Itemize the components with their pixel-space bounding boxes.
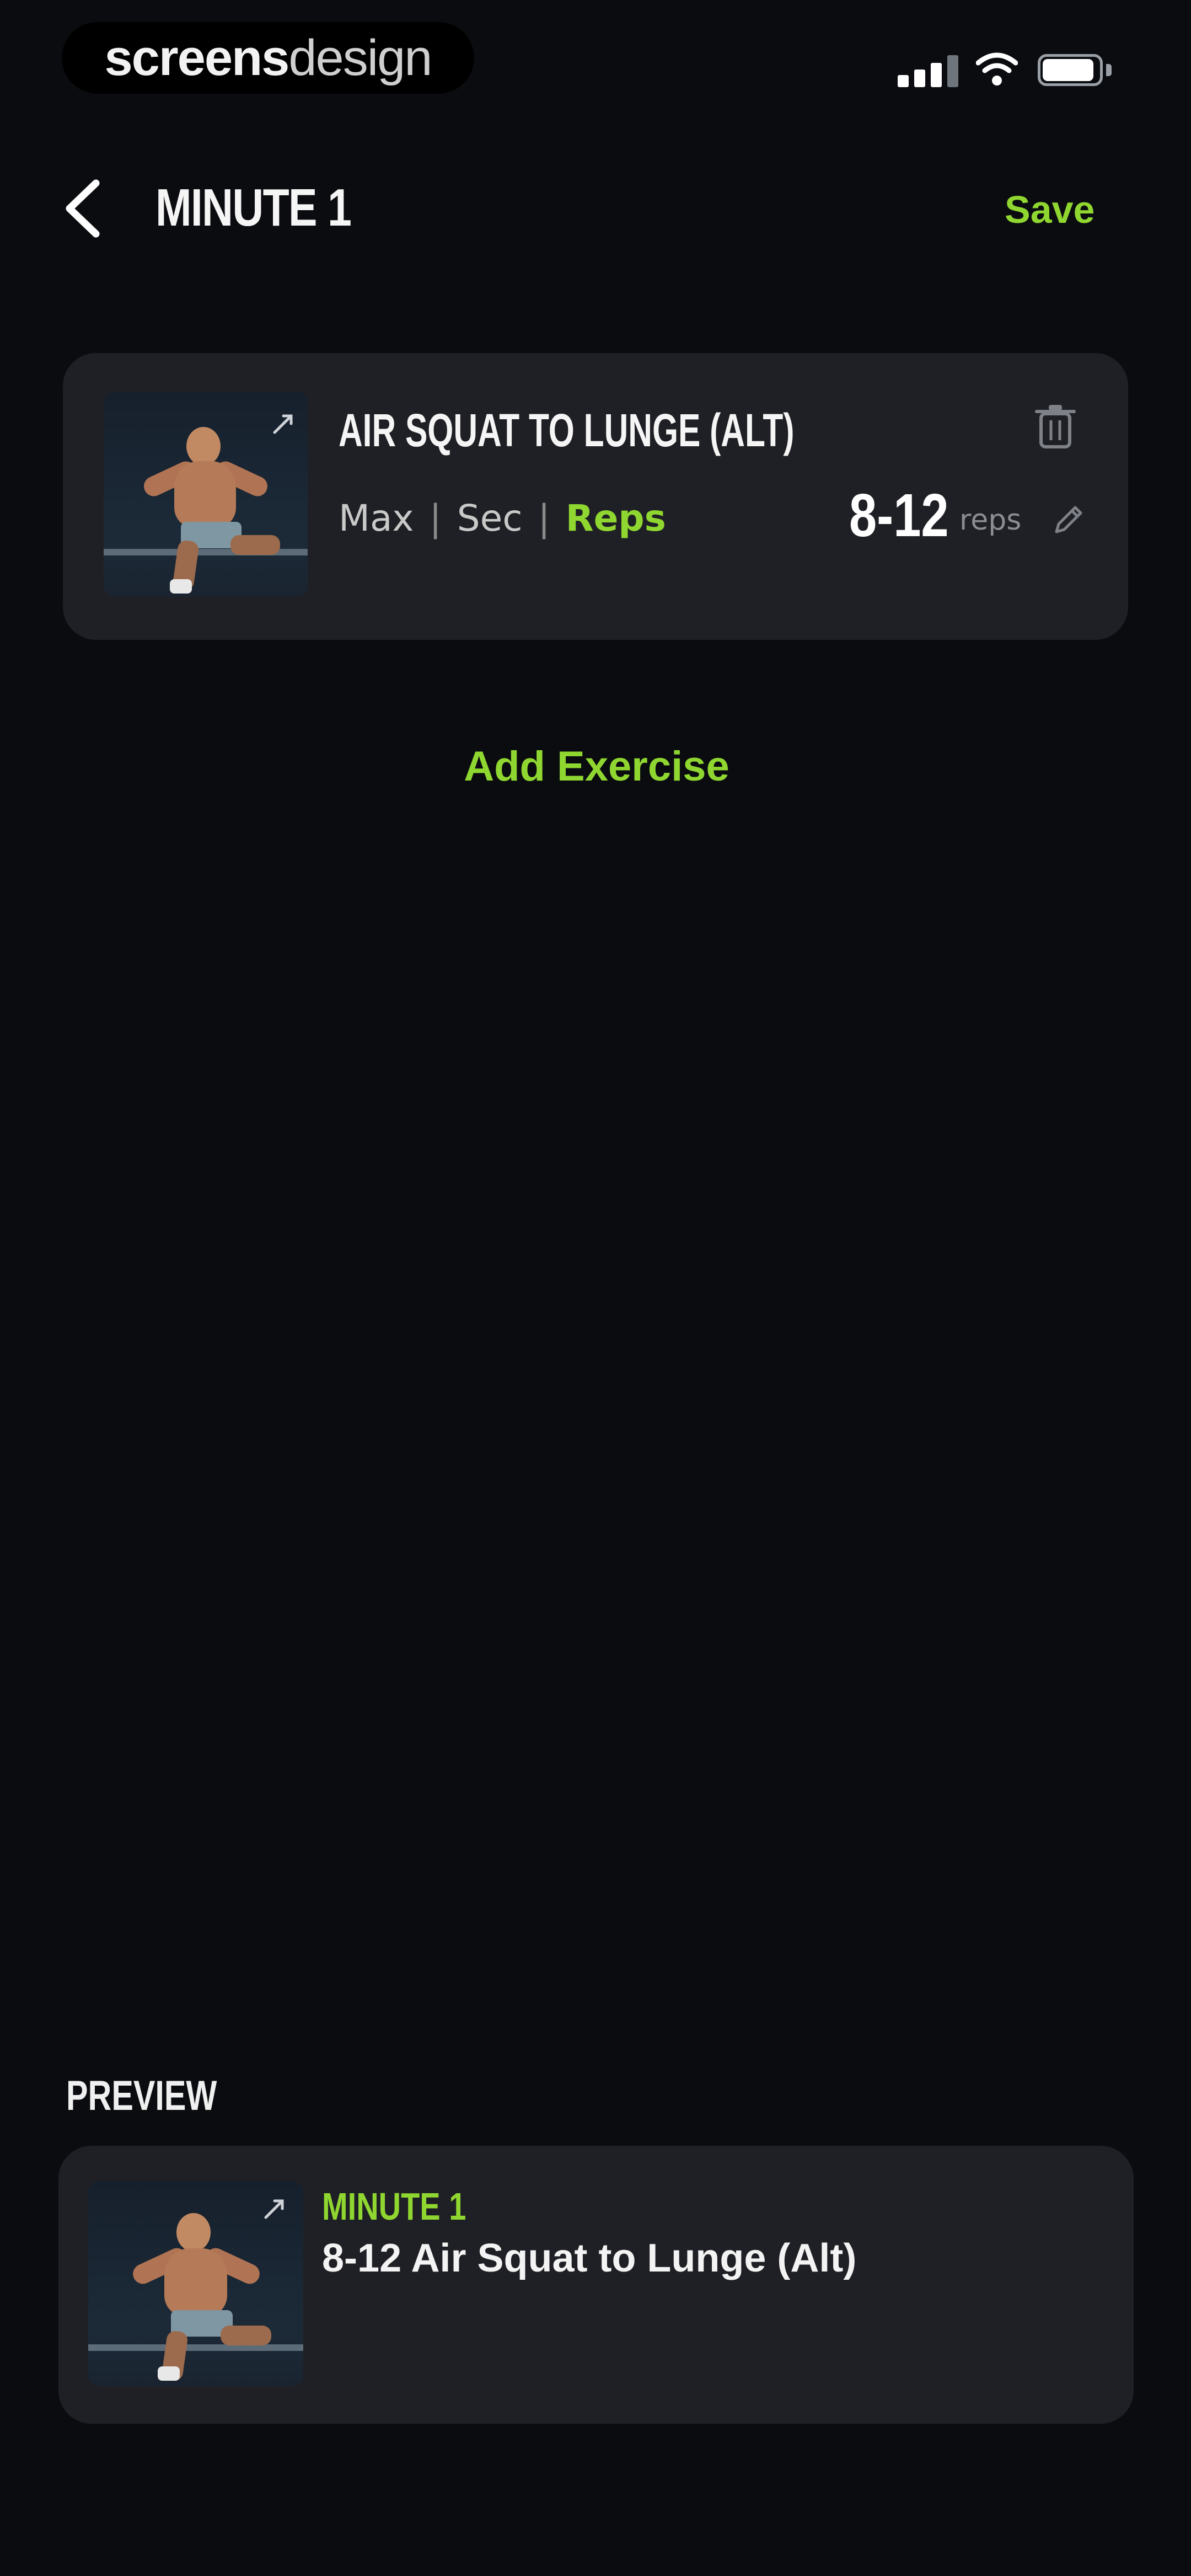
wifi-icon (976, 52, 1018, 85)
preview-exercise-text: 8-12 Air Squat to Lunge (Alt) (322, 2236, 857, 2280)
trash-icon[interactable] (1033, 402, 1077, 451)
expand-icon (273, 414, 293, 434)
watermark-light-text: design (288, 29, 432, 86)
signal-icon (898, 54, 958, 87)
watermark-bold-text: screens (104, 29, 290, 86)
preview-minute-label: MINUTE 1 (322, 2185, 466, 2228)
exercise-thumbnail[interactable] (104, 392, 308, 597)
chevron-left-icon (66, 179, 100, 238)
mode-separator: | (538, 497, 550, 539)
pencil-edit-icon[interactable] (1050, 502, 1086, 538)
preview-heading: PREVIEW (66, 2072, 217, 2119)
battery-icon (1038, 54, 1115, 86)
exercise-name: AIR SQUAT TO LUNGE (ALT) (339, 404, 795, 456)
reps-unit: reps (959, 504, 1022, 537)
expand-icon (264, 2199, 284, 2219)
mode-separator: | (429, 497, 442, 539)
mode-reps-option[interactable]: Reps (566, 491, 666, 546)
back-button[interactable] (53, 175, 114, 242)
add-exercise-button[interactable]: Add Exercise (453, 739, 740, 794)
reps-value[interactable]: 8-12 (849, 480, 949, 552)
mode-sec-option[interactable]: Sec (457, 491, 523, 546)
page-title: MINUTE 1 (155, 178, 352, 237)
screensdesign-watermark: screens design (62, 22, 474, 94)
preview-exercise-thumbnail (88, 2181, 303, 2386)
mode-max-option[interactable]: Max (339, 491, 414, 546)
measure-mode-selector: Max | Sec | Reps (339, 491, 666, 546)
save-button[interactable]: Save (1005, 182, 1095, 237)
